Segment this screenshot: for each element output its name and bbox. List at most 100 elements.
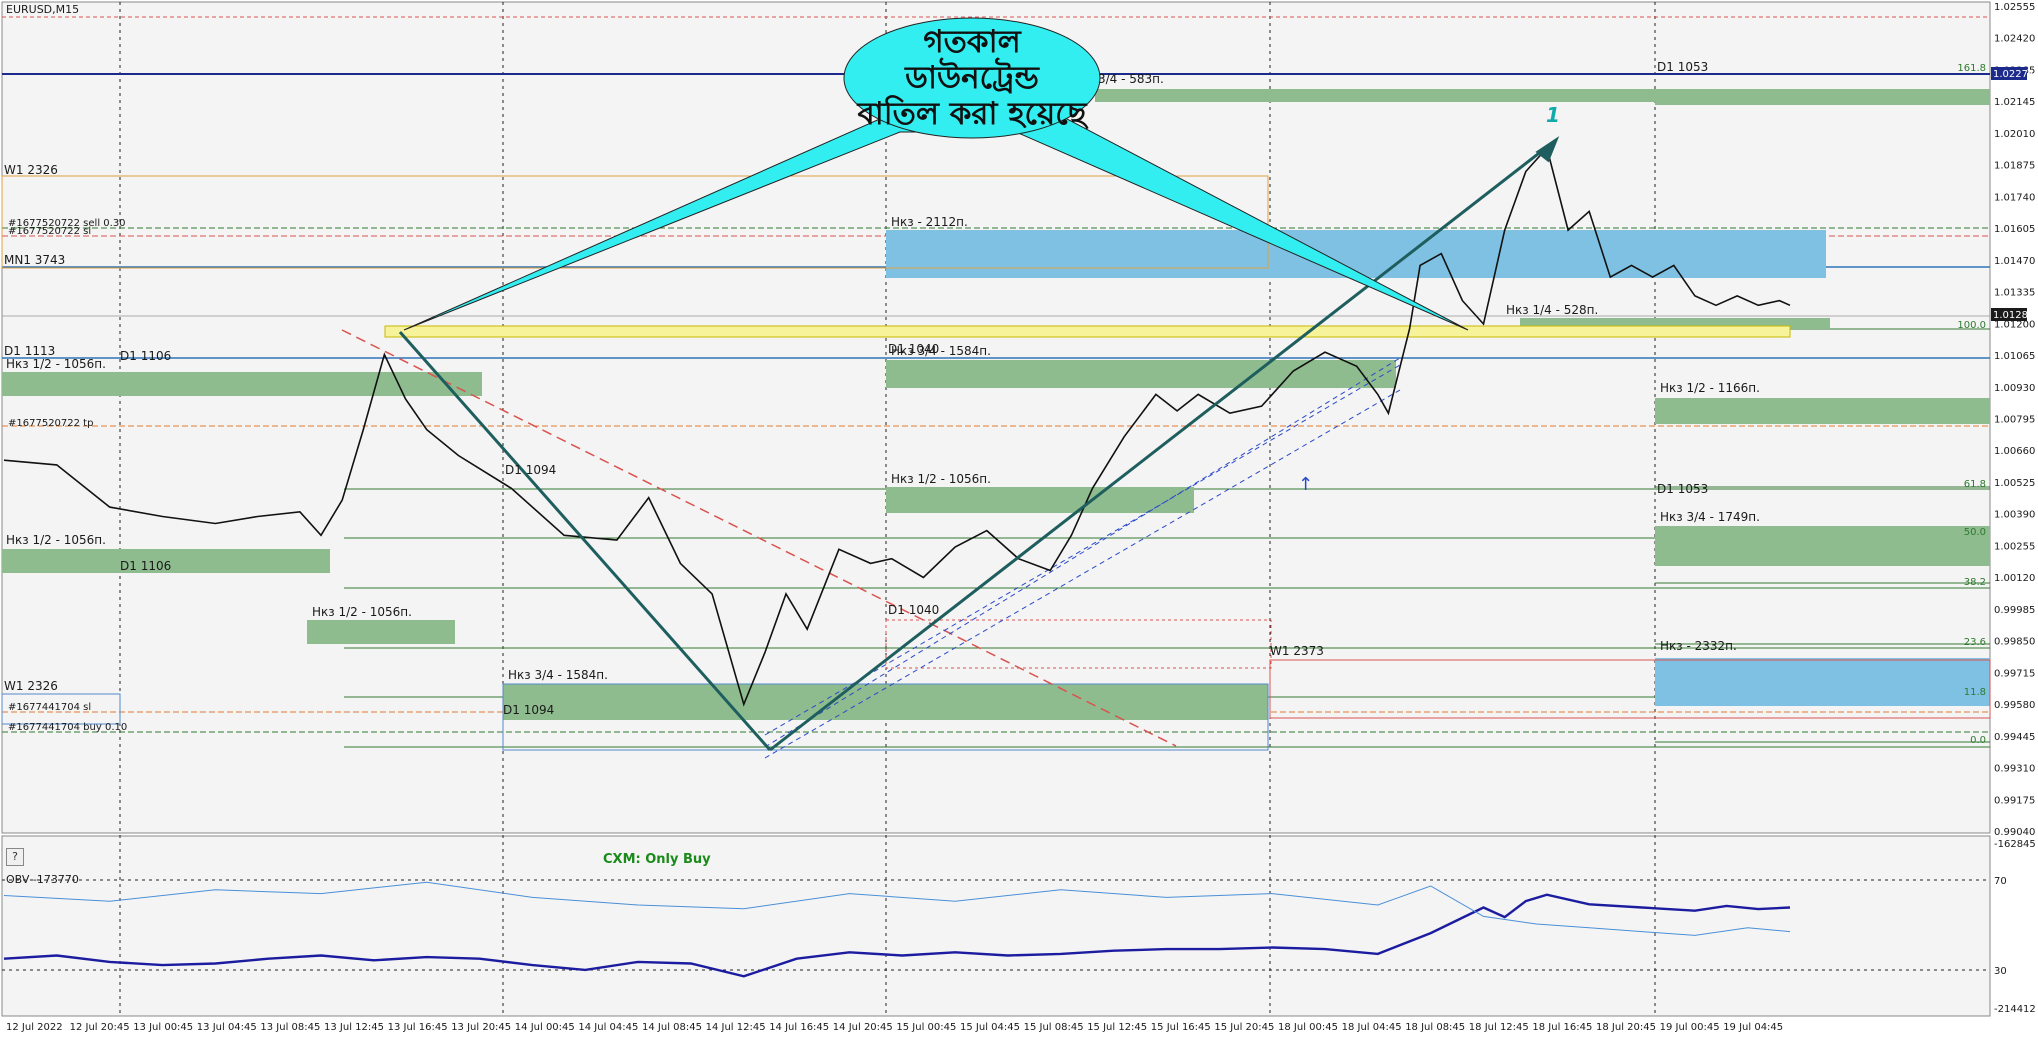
price-tick-label: 1.02145 <box>1994 97 2035 108</box>
up-arrow-icon: ↑ <box>1298 474 1313 495</box>
time-tick-label: 18 Jul 04:45 <box>1342 1022 1402 1033</box>
time-tick-label: 14 Jul 00:45 <box>515 1022 575 1033</box>
time-tick-label: 14 Jul 20:45 <box>833 1022 893 1033</box>
fib-label: 161.8 <box>1957 63 1986 74</box>
obv-tick-label: -214412 <box>1994 1004 2036 1015</box>
zone-label: Нкз 1/2 - 1056п. <box>891 472 991 486</box>
price-tick-label: 1.00930 <box>1994 383 2035 394</box>
time-tick-label: 13 Jul 04:45 <box>197 1022 257 1033</box>
price-tick-label: 1.00255 <box>1994 541 2035 552</box>
zone-label: D1 1094 <box>503 703 554 717</box>
chart-title: EURUSD,M15 <box>6 3 79 16</box>
price-tick-label: 0.99985 <box>1994 605 2035 616</box>
zone-label: D1 1053 <box>1657 482 1708 496</box>
price-tick-label: 1.01065 <box>1994 351 2035 362</box>
price-tick-label: 1.02420 <box>1994 34 2035 45</box>
time-tick-label: 13 Jul 16:45 <box>388 1022 448 1033</box>
time-tick-label: 13 Jul 00:45 <box>133 1022 193 1033</box>
zone-label: Нкз 1/2 - 1056п. <box>6 357 106 371</box>
time-tick-label: 15 Jul 20:45 <box>1214 1022 1274 1033</box>
zone-label: D1 1053 <box>1657 60 1708 74</box>
time-tick-label: 18 Jul 08:45 <box>1405 1022 1465 1033</box>
time-tick-label: 14 Jul 16:45 <box>769 1022 829 1033</box>
obv-tick-label: 70 <box>1994 876 2007 887</box>
price-tick-label: 1.00660 <box>1994 446 2035 457</box>
zone-label: W1 2326 <box>4 163 58 177</box>
price-tick-label: 1.02555 <box>1994 2 2035 13</box>
callout-line-1: গতকাল <box>923 24 1022 60</box>
zone-label: #1677520722 tp <box>8 418 93 429</box>
obv-tick-label: -162845 <box>1994 839 2036 850</box>
fib-label: 11.8 <box>1964 687 1986 698</box>
zone-label: Нкз - 2112п. <box>891 215 968 229</box>
zone-label: D1 1040 <box>888 603 939 617</box>
price-tick-label: 0.99310 <box>1994 764 2035 775</box>
price-tick-label: 0.99445 <box>1994 732 2035 743</box>
zone-label: D1 1106 <box>120 349 171 363</box>
time-tick-label: 14 Jul 08:45 <box>642 1022 702 1033</box>
zone-label: D1 1113 <box>4 344 55 358</box>
level-price-label: 1.02271 <box>1993 69 2034 80</box>
price-tick-label: 0.99715 <box>1994 668 2035 679</box>
current-price-label: 1.01285 <box>1993 310 2034 321</box>
zone-label: Нкз 1/2 - 1166п. <box>1660 381 1760 395</box>
obv-pane <box>1 835 1991 1017</box>
zone-label: W1 2373 <box>1270 644 1324 658</box>
time-tick-label: 12 Jul 20:45 <box>70 1022 130 1033</box>
price-tick-label: 1.01470 <box>1994 256 2035 267</box>
time-tick-label: 13 Jul 08:45 <box>260 1022 320 1033</box>
fib-label: 38.2 <box>1964 577 1986 588</box>
time-tick-label: 15 Jul 00:45 <box>896 1022 956 1033</box>
time-tick-label: 19 Jul 00:45 <box>1660 1022 1720 1033</box>
wave-label: 1 <box>1546 103 1560 127</box>
price-tick-label: 0.99175 <box>1994 795 2035 806</box>
zone-label: Нкз - 2332п. <box>1660 639 1737 653</box>
fib-label: 100.0 <box>1957 320 1986 331</box>
price-tick-label: 0.99850 <box>1994 637 2035 648</box>
price-tick-label: 1.01605 <box>1994 224 2035 235</box>
zone-label: MN1 3743 <box>4 253 65 267</box>
watermark-label: CXM: Only Buy <box>603 852 711 867</box>
time-tick-label: 18 Jul 16:45 <box>1532 1022 1592 1033</box>
price-tick-label: 0.99040 <box>1994 827 2035 838</box>
time-tick-label: 19 Jul 04:45 <box>1723 1022 1783 1033</box>
fib-label: 0.0 <box>1970 735 1986 746</box>
price-tick-label: 1.02010 <box>1994 129 2035 140</box>
zone-label: 3/4 - 583п. <box>1098 72 1164 86</box>
fib-label: 23.6 <box>1964 637 1986 648</box>
price-tick-label: 1.01740 <box>1994 192 2035 203</box>
obv-tick-label: 30 <box>1994 966 2007 977</box>
help-button[interactable]: ? <box>6 848 24 866</box>
price-tick-label: 1.01335 <box>1994 288 2035 299</box>
price-chart[interactable]: 1 গতকাল ডাউনট্রেন্ড বাতিল করা হয়েছে W1 … <box>0 0 2038 1041</box>
zone-label: D1 1106 <box>120 559 171 573</box>
zone-label: Нкз 1/2 - 1056п. <box>6 533 106 547</box>
time-tick-label: 14 Jul 04:45 <box>578 1022 638 1033</box>
time-tick-label: 13 Jul 20:45 <box>451 1022 511 1033</box>
price-tick-label: 0.99580 <box>1994 700 2035 711</box>
zone-label: D1 1094 <box>505 463 556 477</box>
time-tick-label: 15 Jul 16:45 <box>1151 1022 1211 1033</box>
time-tick-label: 15 Jul 08:45 <box>1024 1022 1084 1033</box>
zone-label: W1 2326 <box>4 679 58 693</box>
time-tick-label: 18 Jul 12:45 <box>1469 1022 1529 1033</box>
time-tick-label: 14 Jul 12:45 <box>706 1022 766 1033</box>
zone-label: Нкз 3/4 - 1749п. <box>1660 510 1760 524</box>
time-tick-label: 15 Jul 04:45 <box>960 1022 1020 1033</box>
zone-label: Нкз 1/2 - 1056п. <box>312 605 412 619</box>
price-tick-label: 1.00390 <box>1994 510 2035 521</box>
zone-label: Нкз 3/4 - 1584п. <box>891 344 991 358</box>
zone-label: #1677441704 sl <box>8 702 91 713</box>
price-tick-label: 1.00525 <box>1994 478 2035 489</box>
price-tick-label: 1.00120 <box>1994 573 2035 584</box>
price-tick-label: 1.00795 <box>1994 415 2035 426</box>
zone-label: #1677441704 buy 0.10 <box>8 722 127 733</box>
callout-line-3: বাতিল করা হয়েছে <box>856 94 1088 132</box>
fib-label: 61.8 <box>1964 479 1986 490</box>
zone-label: Нкз 3/4 - 1584п. <box>508 668 608 682</box>
time-tick-label: 13 Jul 12:45 <box>324 1022 384 1033</box>
zone-label: #1677520722 sl <box>8 226 91 237</box>
time-tick-label: 15 Jul 12:45 <box>1087 1022 1147 1033</box>
time-tick-label: 12 Jul 2022 <box>6 1022 63 1033</box>
time-tick-label: 18 Jul 00:45 <box>1278 1022 1338 1033</box>
